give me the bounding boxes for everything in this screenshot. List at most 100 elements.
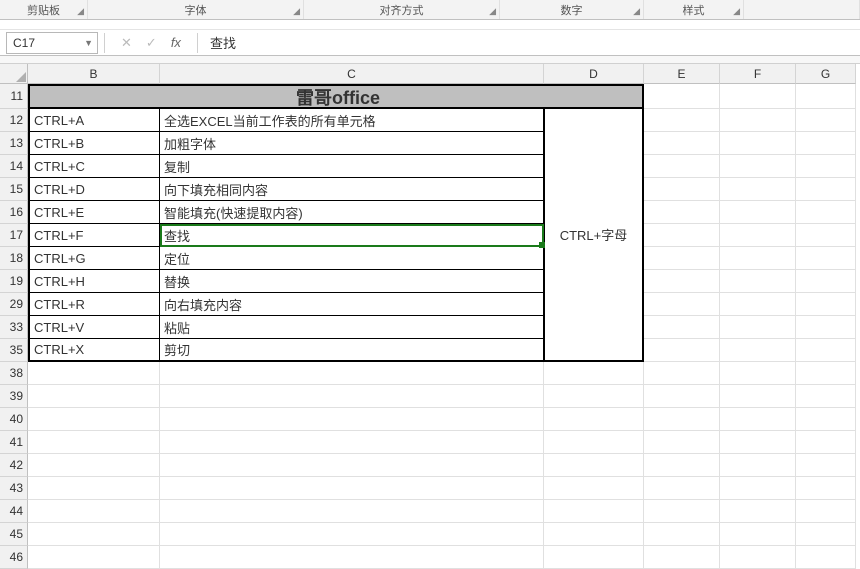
confirm-icon[interactable]: ✓ [146, 35, 157, 51]
cell[interactable] [28, 546, 160, 569]
cell[interactable]: 向右填充内容 [160, 293, 544, 316]
cell[interactable] [544, 477, 644, 500]
row-header[interactable]: 17 [0, 224, 28, 247]
cell[interactable] [644, 316, 720, 339]
cell[interactable]: CTRL+A [28, 109, 160, 132]
cell[interactable] [28, 431, 160, 454]
cell[interactable]: 定位 [160, 247, 544, 270]
cell[interactable] [720, 316, 796, 339]
cell[interactable] [160, 385, 544, 408]
cell[interactable] [544, 408, 644, 431]
cell[interactable] [28, 362, 160, 385]
cell[interactable] [544, 500, 644, 523]
cell[interactable] [644, 293, 720, 316]
ribbon-group[interactable]: 样式◢ [644, 0, 744, 19]
cell[interactable] [644, 385, 720, 408]
cell[interactable] [796, 178, 856, 201]
cell[interactable] [644, 109, 720, 132]
cell[interactable] [160, 523, 544, 546]
cell[interactable] [796, 201, 856, 224]
cell[interactable]: 智能填充(快速提取内容) [160, 201, 544, 224]
cell[interactable] [720, 270, 796, 293]
cell[interactable] [644, 339, 720, 362]
cell[interactable]: 粘贴 [160, 316, 544, 339]
cell[interactable] [720, 132, 796, 155]
cell[interactable]: 剪切 [160, 339, 544, 362]
cell[interactable] [28, 454, 160, 477]
row-header[interactable]: 38 [0, 362, 28, 385]
cell[interactable] [720, 385, 796, 408]
ribbon-group[interactable]: 剪贴板◢ [0, 0, 88, 19]
cell[interactable]: CTRL+B [28, 132, 160, 155]
row-header[interactable]: 16 [0, 201, 28, 224]
ribbon-group[interactable] [744, 0, 860, 19]
cell[interactable] [796, 84, 856, 109]
dialog-launcher-icon[interactable]: ◢ [733, 6, 740, 17]
cell[interactable] [720, 500, 796, 523]
cell[interactable] [160, 408, 544, 431]
ribbon-group[interactable]: 字体◢ [88, 0, 304, 19]
column-header[interactable]: D [544, 64, 644, 84]
cell[interactable]: CTRL+G [28, 247, 160, 270]
cell[interactable] [644, 132, 720, 155]
cell[interactable] [160, 500, 544, 523]
cell[interactable] [796, 270, 856, 293]
cell[interactable] [544, 362, 644, 385]
cell[interactable] [796, 155, 856, 178]
dialog-launcher-icon[interactable]: ◢ [77, 6, 84, 17]
dialog-launcher-icon[interactable]: ◢ [293, 6, 300, 17]
row-header[interactable]: 42 [0, 454, 28, 477]
cell[interactable] [644, 523, 720, 546]
cell[interactable] [720, 155, 796, 178]
cell[interactable] [28, 477, 160, 500]
cell[interactable]: 全选EXCEL当前工作表的所有单元格 [160, 109, 544, 132]
cell[interactable] [544, 431, 644, 454]
cell[interactable] [160, 431, 544, 454]
cell[interactable] [720, 339, 796, 362]
cell[interactable] [644, 454, 720, 477]
cell[interactable] [796, 224, 856, 247]
cell[interactable]: CTRL+C [28, 155, 160, 178]
row-header[interactable]: 40 [0, 408, 28, 431]
cell[interactable] [28, 500, 160, 523]
cell[interactable]: CTRL+D [28, 178, 160, 201]
cell[interactable] [160, 362, 544, 385]
row-header[interactable]: 43 [0, 477, 28, 500]
cell[interactable] [720, 201, 796, 224]
row-header[interactable]: 15 [0, 178, 28, 201]
fx-icon[interactable]: fx [171, 35, 181, 50]
cell[interactable] [720, 408, 796, 431]
cell[interactable] [644, 500, 720, 523]
cell[interactable] [796, 316, 856, 339]
cell[interactable] [796, 546, 856, 569]
cell[interactable]: CTRL+E [28, 201, 160, 224]
chevron-down-icon[interactable]: ▼ [84, 38, 93, 48]
cell[interactable] [160, 546, 544, 569]
cell[interactable] [644, 84, 720, 109]
cell[interactable] [720, 247, 796, 270]
cell[interactable] [720, 523, 796, 546]
row-header[interactable]: 41 [0, 431, 28, 454]
row-header[interactable]: 14 [0, 155, 28, 178]
cell[interactable] [796, 477, 856, 500]
cell[interactable] [796, 109, 856, 132]
cancel-icon[interactable]: ✕ [121, 35, 132, 51]
cell[interactable] [796, 247, 856, 270]
cell[interactable]: 向下填充相同内容 [160, 178, 544, 201]
cell[interactable] [644, 247, 720, 270]
row-header[interactable]: 39 [0, 385, 28, 408]
row-header[interactable]: 11 [0, 84, 28, 109]
formula-input[interactable] [202, 32, 860, 54]
row-header[interactable]: 45 [0, 523, 28, 546]
cell[interactable] [720, 477, 796, 500]
row-header[interactable]: 19 [0, 270, 28, 293]
row-header[interactable]: 12 [0, 109, 28, 132]
cell[interactable] [720, 109, 796, 132]
row-header[interactable]: 18 [0, 247, 28, 270]
cell[interactable]: CTRL+X [28, 339, 160, 362]
row-header[interactable]: 35 [0, 339, 28, 362]
cell[interactable] [644, 431, 720, 454]
cell[interactable]: 查找 [160, 224, 544, 247]
cell[interactable] [796, 431, 856, 454]
cell[interactable] [796, 339, 856, 362]
